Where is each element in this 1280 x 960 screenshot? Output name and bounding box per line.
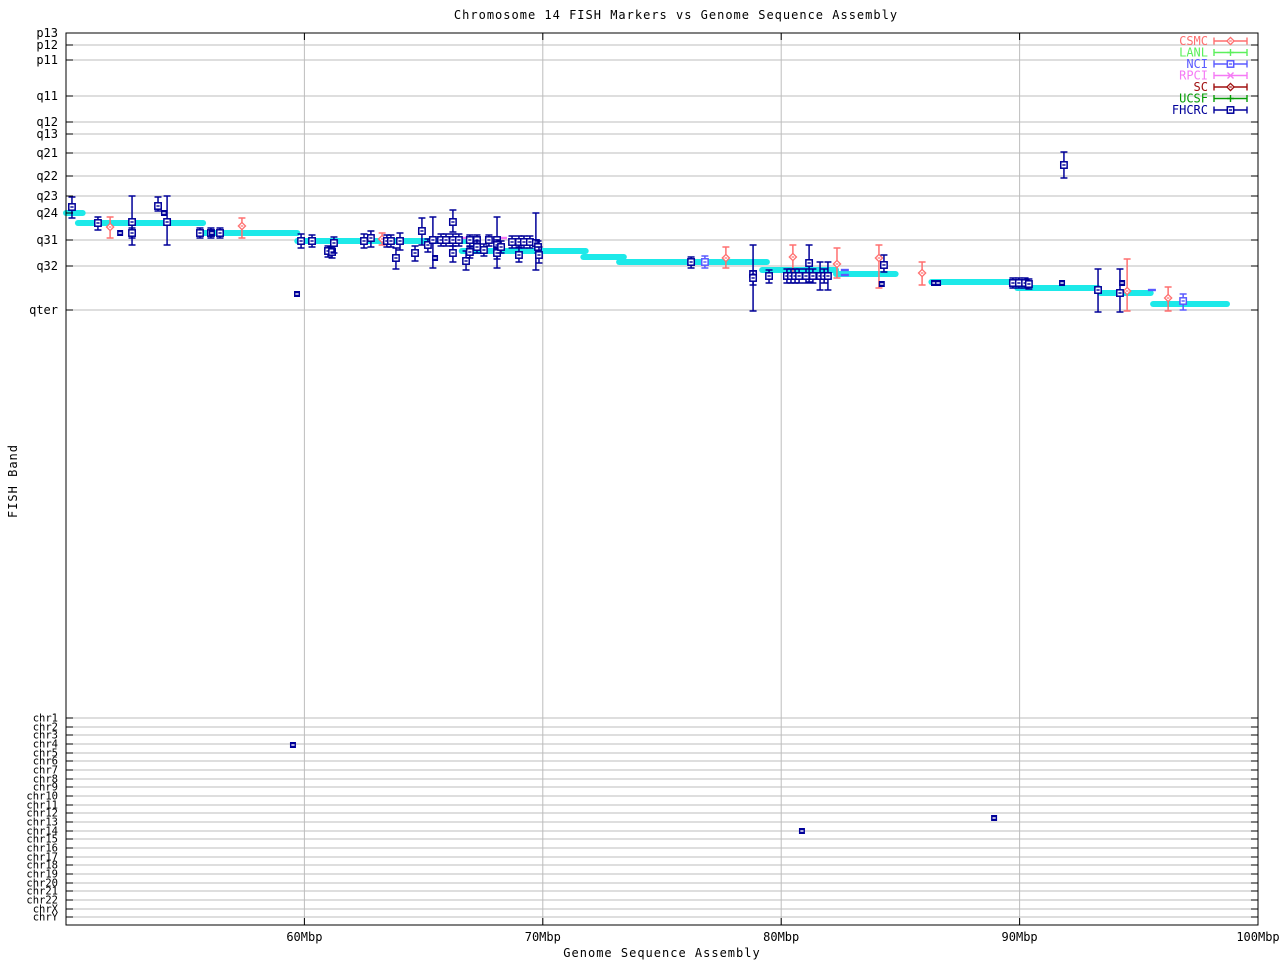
- y-tick-label: q22: [36, 169, 58, 183]
- y-tick-label: p11: [36, 53, 58, 67]
- data-point-marker: [841, 274, 849, 276]
- gridlines: [66, 33, 1258, 925]
- x-tick-label: 90Mbp: [1002, 930, 1038, 944]
- x-tick-label: 60Mbp: [286, 930, 322, 944]
- y-tick-label: q32: [36, 259, 58, 273]
- data-point-marker: [1148, 289, 1156, 291]
- y-tick-label: qter: [29, 303, 58, 317]
- x-tick-label: 70Mbp: [525, 930, 561, 944]
- plot-border: [66, 33, 1258, 925]
- y-tick-label: q21: [36, 146, 58, 160]
- y-tick-label: q24: [36, 206, 58, 220]
- y-tick-label: q13: [36, 127, 58, 141]
- legend-label: FHCRC: [1172, 103, 1208, 117]
- data-point-marker: [841, 269, 849, 271]
- plot-area: p13p12p11q11q12q13q21q22q23q24q31q32qter…: [0, 0, 1280, 960]
- axes: [66, 33, 1258, 925]
- legend: CSMCLANLNCIRPCISCUCSFFHCRC: [1172, 34, 1247, 117]
- tick-labels: p13p12p11q11q12q13q21q22q23q24q31q32qter…: [26, 26, 1279, 944]
- x-tick-label: 80Mbp: [763, 930, 799, 944]
- y-tick-label: q31: [36, 233, 58, 247]
- y-tick-label: q11: [36, 89, 58, 103]
- y-tick-label: chrY: [33, 912, 59, 924]
- chart-root: Chromosome 14 FISH Markers vs Genome Seq…: [0, 0, 1280, 960]
- y-tick-label: q23: [36, 189, 58, 203]
- x-tick-label: 100Mbp: [1236, 930, 1279, 944]
- y-tick-label: p12: [36, 38, 58, 52]
